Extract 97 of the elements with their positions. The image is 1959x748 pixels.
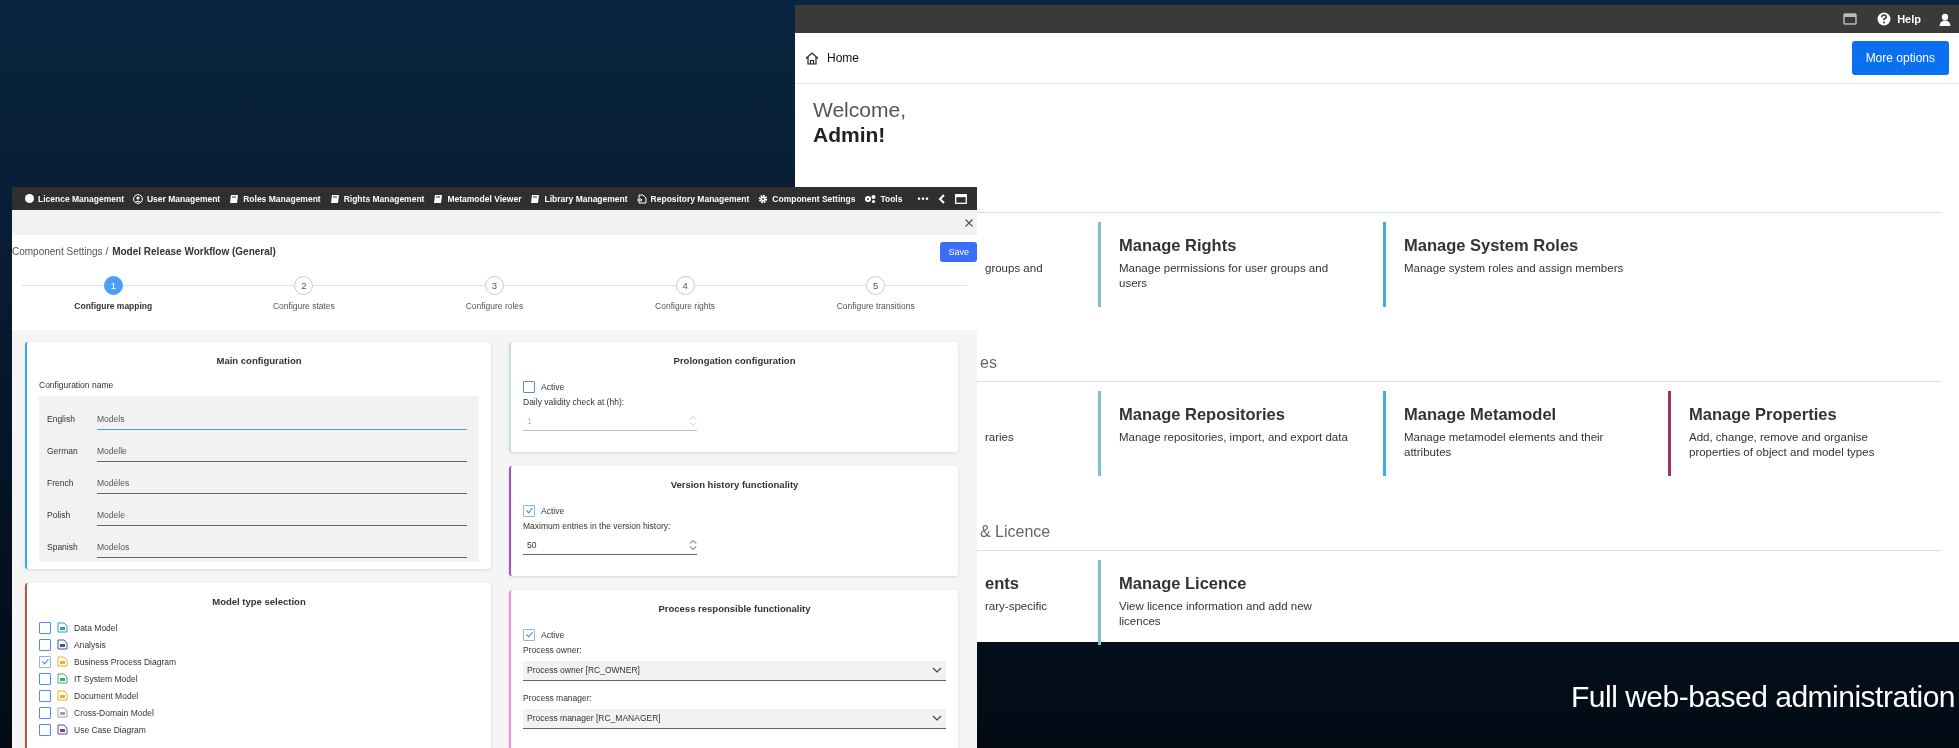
field-label: Configuration name — [39, 380, 115, 390]
save-button[interactable]: Save — [940, 241, 977, 262]
checkbox-label[interactable]: Active — [541, 629, 565, 640]
model-type-label[interactable]: Use Case Diagram — [74, 724, 146, 735]
more-options-button[interactable]: More options — [1851, 41, 1949, 75]
user-icon — [133, 193, 143, 204]
step-label[interactable]: Configure mapping — [74, 301, 153, 311]
input-field[interactable]: Modèles — [97, 478, 467, 494]
settings-icon — [758, 193, 769, 204]
input-field[interactable]: Modelle — [97, 446, 467, 462]
card-title: Prolongation configuration — [672, 355, 797, 366]
checkbox[interactable] — [39, 672, 51, 685]
chevron-down-icon — [932, 715, 942, 721]
toolbar-item[interactable]: Tools — [864, 193, 903, 204]
model-type-label[interactable]: Cross-Domain Model — [74, 707, 154, 718]
checkbox[interactable] — [39, 621, 51, 634]
checkbox[interactable] — [523, 504, 535, 517]
help-link[interactable]: Help — [1897, 13, 1921, 25]
close-icon[interactable] — [965, 218, 973, 227]
admin-card[interactable]: Manage Rights Manage permissions for user groups and users — [1098, 222, 1383, 307]
card-title: Model type selection — [211, 596, 307, 607]
field-label: Process manager: — [523, 693, 593, 703]
toolbar-item[interactable]: Library Management — [530, 193, 628, 204]
step-label[interactable]: Configure rights — [655, 301, 716, 311]
admin-card[interactable]: Manage Metamodel Manage metamodel elements and their attributes — [1383, 391, 1668, 476]
toolbar-item[interactable]: Metamodel Viewer — [433, 193, 522, 204]
chevron-down-icon — [932, 667, 942, 673]
language-label: Polish — [47, 510, 72, 522]
home-icon[interactable] — [805, 51, 819, 65]
breadcrumb-link[interactable]: Component Settings / — [12, 246, 109, 257]
dropdown[interactable]: Process manager [RC_MANAGER] — [523, 709, 946, 729]
admin-card[interactable]: groups and — [985, 222, 1098, 307]
input-field[interactable]: Modelos — [97, 542, 467, 558]
more-menu[interactable]: ••• — [917, 193, 930, 204]
model-type-label[interactable]: IT System Model — [74, 673, 138, 684]
model-type-label[interactable]: Analysis — [74, 639, 106, 650]
toolbar-item[interactable]: Rights Management — [329, 193, 425, 204]
caption-text: Full web-based administration — [1570, 680, 1955, 714]
dropdown[interactable]: Process owner [RC_OWNER] — [523, 661, 946, 681]
file-arrow-icon — [636, 193, 647, 204]
checkbox-label[interactable]: Active — [541, 505, 565, 516]
section-heading: & Licence — [980, 523, 1051, 541]
checkbox[interactable] — [39, 706, 51, 719]
toolbar-item[interactable]: Roles Management — [229, 193, 321, 204]
checkbox[interactable] — [39, 655, 51, 668]
card-title: Version history functionality — [669, 479, 800, 490]
model-type-label[interactable]: Business Process Diagram — [74, 656, 177, 667]
section-heading: es — [980, 354, 997, 372]
language-label: French — [47, 478, 75, 490]
step-label[interactable]: Configure transitions — [836, 301, 915, 311]
user-name: Admin! — [813, 123, 887, 147]
admin-card[interactable]: raries — [985, 391, 1098, 476]
language-label: English — [47, 414, 76, 426]
admin-card[interactable]: Manage Repositories Manage repositories, import, and export data — [1098, 391, 1383, 476]
admin-card[interactable]: Manage Properties Add, change, remove and organise properties of object and model types — [1668, 391, 1953, 476]
circle-icon — [25, 194, 34, 203]
admin-card[interactable]: Manage Licence View licence information and add new licences — [1098, 560, 1383, 645]
help-icon[interactable] — [1877, 12, 1892, 26]
window-icon[interactable] — [1843, 13, 1858, 25]
step-label[interactable]: Configure states — [272, 301, 335, 311]
step-number[interactable]: 5 — [866, 276, 886, 295]
card-title: Process responsible functionality — [657, 603, 812, 614]
checkbox[interactable] — [523, 628, 535, 641]
number-field[interactable]: 50 — [523, 537, 697, 555]
language-label: German — [47, 446, 79, 458]
page-title: Model Release Workflow (General) — [112, 246, 276, 257]
stepper-arrows-icon[interactable] — [689, 539, 697, 551]
book-icon — [329, 193, 340, 204]
model-type-label[interactable]: Document Model — [74, 690, 139, 701]
book-icon — [433, 193, 444, 204]
field-label: Daily validity check at (hh): — [523, 397, 626, 407]
admin-card[interactable]: Manage System Roles Manage system roles and assign members — [1383, 222, 1668, 307]
input-field[interactable]: Modele — [97, 510, 467, 526]
step-number[interactable]: 4 — [675, 276, 695, 295]
step-label[interactable]: Configure roles — [465, 301, 524, 311]
toolbar-item[interactable]: User Management — [133, 193, 221, 204]
admin-card[interactable]: ents rary-specific — [985, 560, 1098, 645]
breadcrumb-link[interactable]: Home — [827, 51, 859, 65]
user-icon[interactable] — [1939, 12, 1951, 26]
language-label: Spanish — [47, 542, 79, 554]
toolbar-item[interactable]: Repository Management — [636, 193, 750, 204]
gears-icon — [864, 193, 877, 204]
toolbar-item[interactable]: Licence Management — [25, 193, 124, 204]
book-icon — [530, 193, 541, 204]
step-number[interactable]: 3 — [485, 276, 504, 295]
checkbox[interactable] — [39, 689, 51, 702]
model-type-label[interactable]: Data Model — [74, 622, 118, 633]
checkbox[interactable] — [39, 723, 51, 736]
checkbox[interactable] — [39, 638, 51, 651]
greeting-text: Welcome, — [813, 98, 907, 122]
card-title: Main configuration — [215, 355, 303, 366]
toolbar-item[interactable]: Component Settings — [758, 193, 856, 204]
step-number[interactable]: 2 — [294, 276, 314, 295]
field-label: Process owner: — [523, 645, 583, 655]
book-icon — [229, 193, 240, 204]
input-field[interactable]: Models — [97, 414, 467, 430]
field-label: Maximum entries in the version history: — [523, 521, 672, 531]
